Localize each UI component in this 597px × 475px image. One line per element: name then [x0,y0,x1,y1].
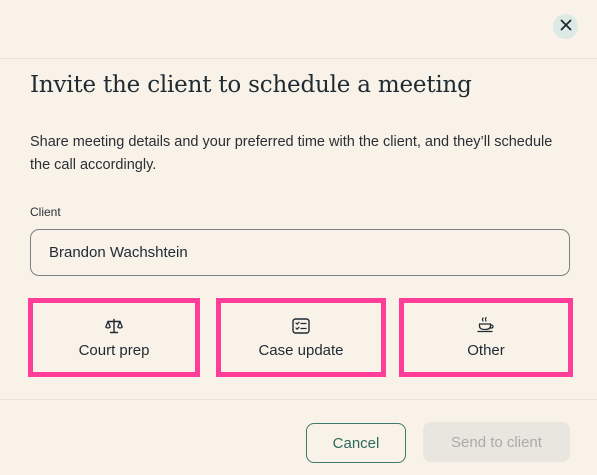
meeting-type-court-prep[interactable]: Court prep [28,298,200,377]
send-to-client-button[interactable]: Send to client [423,422,570,462]
dialog-title: Invite the client to schedule a meeting [30,72,472,98]
meeting-type-other[interactable]: Other [399,298,573,377]
dialog-description: Share meeting details and your preferred… [30,134,553,173]
meeting-type-label: Other [467,341,505,359]
scales-icon [105,317,123,335]
cancel-button[interactable]: Cancel [306,423,406,463]
coffee-cup-icon [477,317,495,335]
client-input[interactable] [30,229,570,276]
footer-divider [0,399,597,400]
close-button[interactable] [553,14,578,39]
header-divider [0,58,597,59]
client-field-label: Client [30,205,61,219]
meeting-type-label: Case update [258,341,344,359]
close-icon [560,18,572,36]
invite-meeting-dialog: Invite the client to schedule a meeting … [0,0,597,475]
meeting-type-case-update[interactable]: Case update [216,298,386,377]
meeting-type-label: Court prep [78,341,150,359]
checklist-icon [292,317,310,335]
